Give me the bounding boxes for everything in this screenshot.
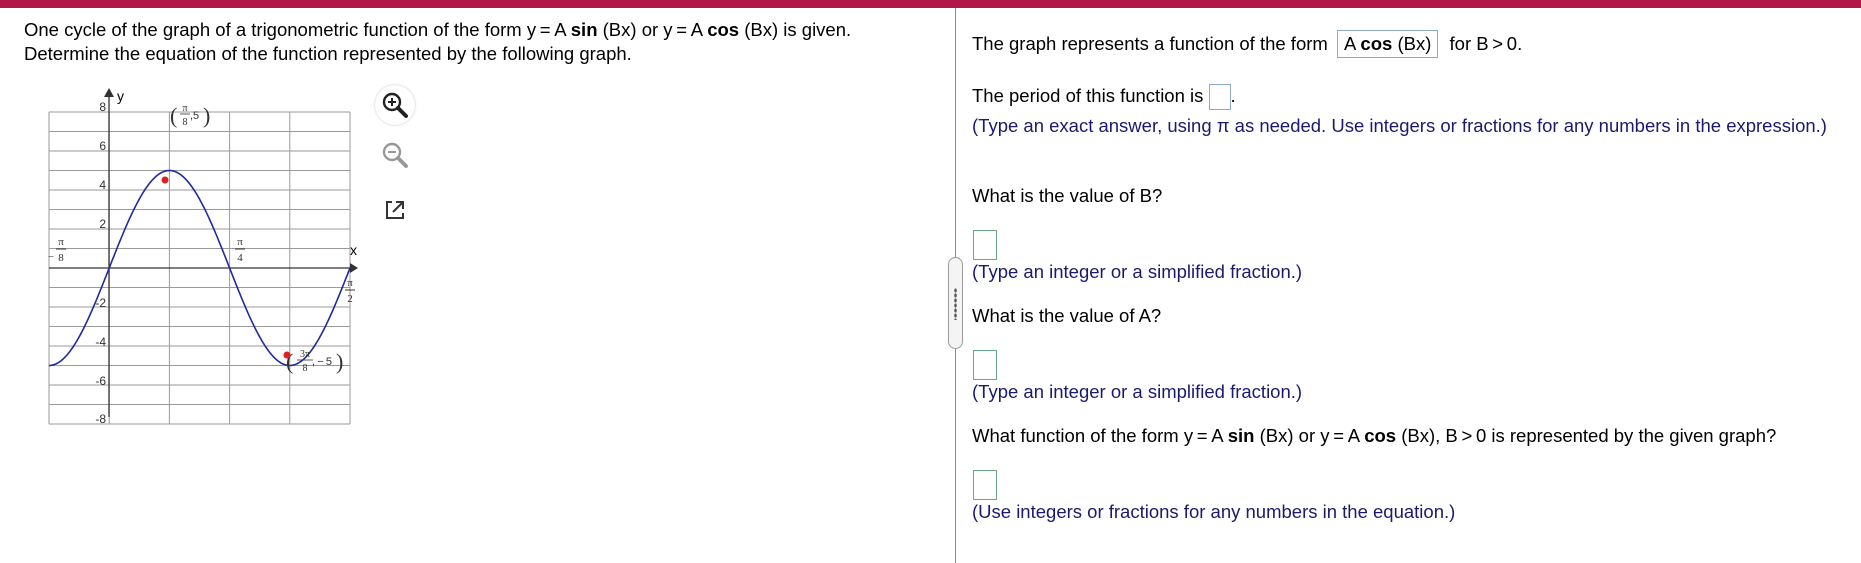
x-tick-left-num: π xyxy=(58,236,64,248)
x-tick-left: − π 8 xyxy=(48,236,66,264)
question-line-1: One cycle of the graph of a trigonometri… xyxy=(24,19,852,40)
b-hint: (Type an integer or a simplified fractio… xyxy=(972,261,1303,282)
x-axis-label: x xyxy=(350,242,357,258)
zoom-in-button[interactable] xyxy=(375,85,415,125)
popout-button[interactable] xyxy=(375,190,415,230)
a-answer-input[interactable] xyxy=(973,350,997,380)
min-label-y: , − 5 xyxy=(312,356,332,368)
svg-text:(: ( xyxy=(170,103,177,128)
y-tick-8: 8 xyxy=(99,100,106,114)
question-line-2: Determine the equation of the function r… xyxy=(24,43,632,64)
x-tick-mid-num: π xyxy=(237,236,243,248)
answer-pane: The graph represents a function of the f… xyxy=(956,8,1861,563)
max-label-y: ,5 xyxy=(190,110,199,122)
question-text: One cycle of the graph of a trigonometri… xyxy=(24,18,944,66)
max-label-num: π xyxy=(182,103,187,114)
b-answer-input[interactable] xyxy=(973,230,997,260)
zoom-out-button[interactable] xyxy=(375,135,415,175)
function-answer-input[interactable] xyxy=(973,470,997,500)
y-tick-neg6: -6 xyxy=(95,374,106,388)
x-tick-right-num: π xyxy=(347,277,353,289)
y-axis-arrow xyxy=(104,88,114,97)
x-tick-right-den: 2 xyxy=(347,293,353,305)
a-question: What is the value of A? xyxy=(972,305,1162,326)
y-axis-label: y xyxy=(117,88,124,104)
form-statement: The graph represents a function of the f… xyxy=(972,30,1522,58)
svg-text:): ) xyxy=(336,349,343,374)
max-label-den: 8 xyxy=(183,117,188,128)
max-point xyxy=(161,176,169,184)
y-tick-2: 2 xyxy=(99,217,106,231)
x-axis-arrow xyxy=(350,263,358,273)
x-tick-mid-den: 4 xyxy=(237,252,243,264)
y-tick-4: 4 xyxy=(99,178,106,192)
y-tick-6: 6 xyxy=(99,139,106,153)
min-point xyxy=(283,351,291,359)
period-hint: (Type an exact answer, using π as needed… xyxy=(972,115,1827,136)
zoom-in-icon xyxy=(382,92,408,118)
b-question: What is the value of B? xyxy=(972,185,1163,206)
min-label-num: 3π xyxy=(300,349,310,360)
min-label-den: 8 xyxy=(303,363,308,374)
top-accent-bar xyxy=(0,0,1861,8)
period-question: The period of this function is . xyxy=(972,84,1236,111)
y-tick-neg8: -8 xyxy=(95,412,106,425)
function-graph: y x 8 6 4 2 -2 -4 -6 -8 − π 8 π 4 π 2 ( … xyxy=(48,88,358,425)
x-tick-mid: π 4 xyxy=(235,236,245,264)
period-answer-input[interactable] xyxy=(1208,84,1231,111)
x-tick-left-den: 8 xyxy=(58,252,64,264)
popout-icon xyxy=(386,201,404,219)
x-tick-left-sign: − xyxy=(48,251,54,263)
a-hint: (Type an integer or a simplified fractio… xyxy=(972,381,1303,402)
form-selection-box[interactable]: A cos (Bx) xyxy=(1336,30,1439,58)
function-hint: (Use integers or fractions for any numbe… xyxy=(972,501,1456,522)
max-point-label: ( π 8 ,5 ) xyxy=(170,103,210,128)
zoom-out-icon xyxy=(382,142,408,168)
y-tick-labels: 8 6 4 2 -2 -4 -6 -8 xyxy=(95,100,106,425)
function-question: What function of the form y = A sin (Bx)… xyxy=(972,425,1777,446)
svg-text:): ) xyxy=(203,103,210,128)
min-point-label: ( 3π 8 , − 5 ) xyxy=(286,349,343,374)
y-tick-neg4: -4 xyxy=(95,335,106,349)
